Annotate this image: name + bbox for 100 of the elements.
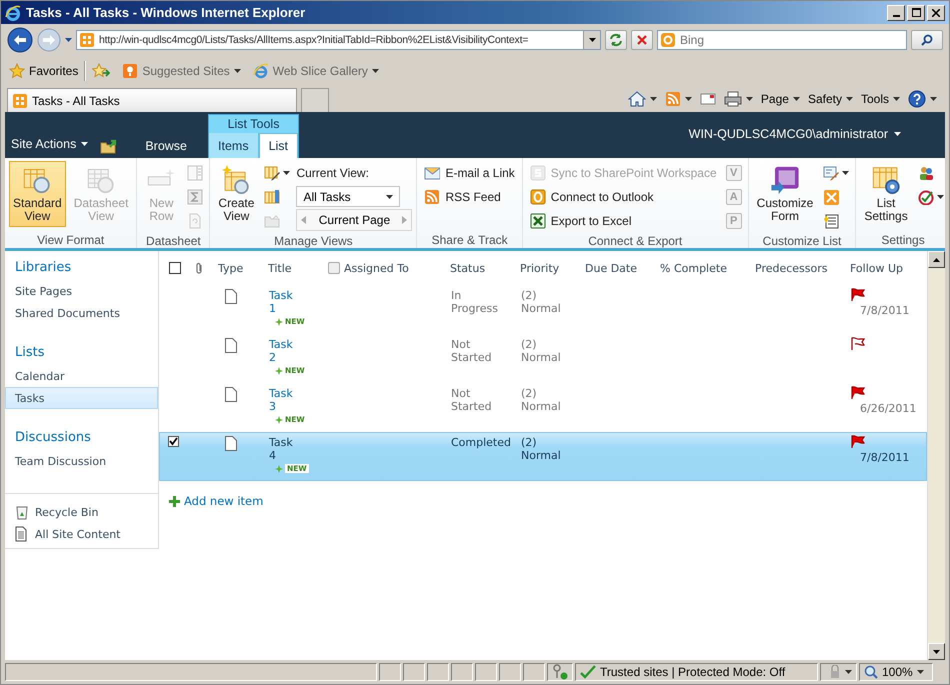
ribbon-button[interactable]: Customize Form: [752, 161, 818, 227]
maximize-button[interactable]: [907, 4, 925, 20]
status-text: In Progress: [451, 289, 498, 315]
document-icon: [225, 289, 237, 304]
nav-link[interactable]: Recycle Bin: [5, 501, 158, 523]
nav-item[interactable]: Calendar: [5, 365, 158, 387]
privacy-button[interactable]: [820, 663, 857, 681]
nav-item[interactable]: Shared Documents: [5, 302, 158, 324]
nav-heading[interactable]: Discussions: [5, 430, 158, 450]
minimize-button[interactable]: [887, 4, 905, 20]
view-dropdown[interactable]: All Tasks: [296, 186, 400, 207]
mail-icon[interactable]: [700, 92, 716, 106]
sparkle-icon: [275, 416, 283, 424]
caret-icon: [81, 142, 88, 146]
folder-icon: [264, 213, 280, 229]
zoom-icon: [864, 665, 878, 679]
ribbon-button[interactable]: Create View: [214, 161, 258, 227]
select-all-checkbox[interactable]: [169, 262, 181, 274]
command-menu[interactable]: Page: [760, 92, 800, 106]
browser-tab[interactable]: Tasks - All Tasks: [7, 88, 297, 112]
security-zone[interactable]: Trusted sites | Protected Mode: Off: [575, 663, 818, 681]
ribbon-tab[interactable]: Items: [209, 133, 259, 158]
star-icon: [9, 63, 25, 79]
ribbon-button[interactable]: E-mail a Link: [421, 161, 518, 185]
back-button[interactable]: [7, 27, 33, 53]
flag-icon[interactable]: [851, 288, 865, 301]
caret-icon: [588, 38, 596, 42]
nav-item[interactable]: Tasks: [5, 387, 158, 409]
address-field[interactable]: http://win-qudlsc4mcg0/Lists/Tasks/AllItems.aspx?InitialTabId=Ribbon%2EList&VisibilityContext=: [76, 30, 601, 50]
column-header[interactable]: Type: [215, 262, 265, 274]
column-header[interactable]: Due Date: [582, 262, 657, 274]
ribbon-button[interactable]: Export to Excel: [526, 209, 720, 233]
ribbon-button[interactable]: RSS Feed: [421, 185, 518, 209]
nav-link[interactable]: All Site Content: [5, 523, 158, 545]
column-checkbox[interactable]: [328, 262, 340, 274]
ribbon-button[interactable]: List Settings: [860, 161, 912, 227]
help-icon: [908, 90, 926, 108]
row-checkbox[interactable]: [168, 436, 179, 447]
caret-icon: [916, 670, 924, 674]
column-header[interactable]: % Complete: [657, 262, 752, 274]
refresh-button[interactable]: [605, 30, 627, 50]
zoom-button[interactable]: 100%: [859, 663, 933, 681]
search-field[interactable]: Bing: [657, 30, 907, 50]
minimize-icon: [892, 14, 900, 16]
column-header[interactable]: Follow Up: [847, 262, 925, 274]
printer-icon: [724, 91, 742, 107]
context-group-label: List Tools: [209, 115, 298, 133]
caret-icon: [650, 97, 657, 101]
paperclip-icon[interactable]: [195, 262, 204, 274]
task-title-link[interactable]: Task 4: [269, 436, 293, 462]
add-favorite-icon[interactable]: [92, 63, 110, 79]
column-header[interactable]: Predecessors: [752, 262, 847, 274]
site-actions-menu[interactable]: Site Actions: [11, 133, 88, 155]
status-pane: [427, 663, 449, 681]
task-title-link[interactable]: Task 3: [269, 387, 293, 413]
nav-heading[interactable]: Libraries: [5, 260, 158, 280]
ribbon-group-label: Datasheet: [145, 233, 202, 248]
site-icon: [12, 92, 28, 108]
ribbon-button[interactable]: Standard View: [9, 161, 66, 227]
favorites-button[interactable]: Favorites: [9, 63, 78, 79]
user-menu[interactable]: WIN-QUDLSC4MCG0\administrator: [688, 127, 901, 141]
flag-icon[interactable]: [851, 386, 865, 399]
ribbon-tab[interactable]: List: [258, 133, 298, 158]
ribbon-button[interactable]: Connect to Outlook: [526, 185, 720, 209]
scroll-down-button[interactable]: [928, 643, 945, 660]
print-button[interactable]: [724, 91, 753, 107]
sum-icon: [187, 189, 204, 205]
close-button[interactable]: [927, 4, 945, 20]
excel-icon: [530, 213, 546, 229]
column-header[interactable]: Title: [265, 262, 325, 274]
nav-heading[interactable]: Lists: [5, 345, 158, 365]
nav-item[interactable]: Team Discussion: [5, 450, 158, 472]
stop-button[interactable]: [631, 30, 653, 50]
caret-icon: [234, 69, 241, 73]
search-button[interactable]: [911, 30, 943, 50]
envelope-icon: [424, 165, 440, 181]
column-header[interactable]: Priority: [517, 262, 582, 274]
scrollbar[interactable]: [927, 251, 945, 660]
command-menu[interactable]: Tools: [860, 92, 900, 106]
flag-icon[interactable]: [851, 337, 865, 350]
add-item-link[interactable]: Add new item: [169, 494, 927, 508]
help-button[interactable]: [908, 90, 937, 108]
column-header[interactable]: Status: [447, 262, 517, 274]
ribbon-tab[interactable]: Browse: [136, 133, 196, 158]
flag-icon[interactable]: [851, 435, 865, 448]
down-arrow-icon: [933, 650, 940, 654]
task-title-link[interactable]: Task 2: [269, 338, 293, 364]
command-menu[interactable]: Safety: [808, 92, 853, 106]
home-button[interactable]: [628, 91, 657, 107]
security-keys-icon[interactable]: [552, 664, 568, 680]
favorites-link[interactable]: Web Slice Gallery: [252, 63, 379, 79]
favorites-link[interactable]: Suggested Sites: [122, 63, 241, 79]
nav-item[interactable]: Site Pages: [5, 280, 158, 302]
feeds-button[interactable]: [664, 91, 692, 107]
status-pane: [499, 663, 521, 681]
edit-form-icon: [823, 165, 840, 181]
folder-up-icon[interactable]: [100, 138, 118, 154]
task-title-link[interactable]: Task 1: [269, 289, 293, 315]
column-header[interactable]: Assigned To: [344, 262, 409, 274]
scroll-up-button[interactable]: [928, 251, 945, 268]
